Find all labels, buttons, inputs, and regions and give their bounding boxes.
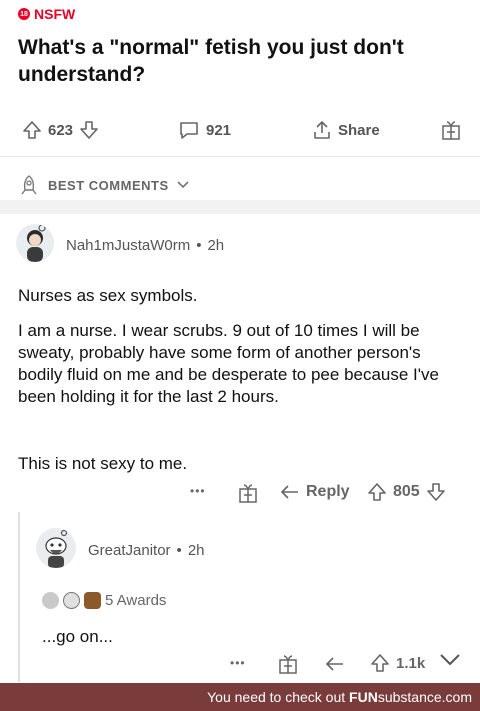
separator-dot: • [196, 237, 202, 254]
more-options-button[interactable]: ••• [230, 656, 246, 670]
bear-award-icon [84, 592, 101, 609]
reply-icon [280, 485, 298, 499]
upvote-count: 623 [48, 121, 74, 139]
rocket-icon [21, 175, 37, 195]
comment-action-bar: ••• Reply 805 [0, 480, 480, 508]
nsfw-tag: 18 NSFW [18, 6, 75, 22]
comment-paragraph: I am a nurse. I wear scrubs. 9 out of 10… [18, 321, 439, 406]
watermark-brand-rest: substance.com [377, 689, 472, 705]
vote-count: 1.1k [396, 654, 426, 672]
collapse-chevron-icon[interactable] [438, 650, 462, 670]
share-label: Share [338, 121, 380, 139]
reply-button[interactable]: Reply [280, 483, 350, 501]
snoo-avatar-icon [45, 529, 68, 568]
downvote-icon[interactable] [79, 120, 99, 140]
watermark-prefix: You need to check out [207, 689, 350, 705]
award-icon [42, 592, 59, 609]
nsfw-icon: 18 [18, 8, 30, 20]
downvote-icon[interactable] [426, 482, 446, 502]
comment-header: GreatJanitor • 2h [88, 542, 205, 559]
post-title[interactable]: What's a "normal" fetish you just don't … [18, 34, 468, 88]
comment-time: 2h [187, 542, 205, 559]
comment-text: ...go on... [42, 627, 113, 646]
gift-icon[interactable] [236, 482, 260, 504]
divider [0, 156, 480, 157]
comment-header: Nah1mJustaW0rm • 2h [66, 237, 224, 254]
watermark-brand-bold: FUN [349, 689, 378, 705]
sort-dropdown[interactable]: BEST COMMENTS [18, 174, 189, 196]
comment-time: 2h [207, 237, 225, 254]
silver-award-icon [63, 592, 80, 609]
comment-vote-group: 805 [367, 482, 446, 502]
awards-row[interactable]: 5 Awards [42, 592, 166, 609]
vote-count: 805 [393, 483, 420, 500]
watermark-banner: You need to check out FUN substance.com [0, 683, 480, 711]
chevron-down-icon [177, 181, 189, 189]
reply-label: Reply [306, 483, 350, 500]
avatar[interactable] [36, 528, 76, 568]
comment-paragraph: This is not sexy to me. [18, 454, 188, 473]
avatar[interactable] [16, 224, 54, 262]
reply-icon[interactable] [325, 656, 345, 672]
gift-icon [442, 121, 460, 140]
sort-label: BEST COMMENTS [48, 177, 169, 193]
comment-action-bar: ••• 1.1k [0, 650, 480, 678]
avatar-icon [27, 224, 46, 262]
nsfw-label: NSFW [34, 6, 76, 22]
upvote-icon[interactable] [370, 653, 390, 673]
awards-label: 5 Awards [105, 592, 167, 609]
post-action-bar: 623 921 Share [0, 112, 480, 148]
comment-icon [180, 122, 198, 139]
comment-vote-group: 1.1k [370, 653, 425, 673]
share-icon [314, 121, 330, 139]
comment-username[interactable]: GreatJanitor [88, 542, 171, 559]
section-separator [0, 200, 480, 214]
separator-dot: • [176, 542, 182, 559]
upvote-icon[interactable] [22, 120, 42, 140]
comment-username[interactable]: Nah1mJustaW0rm [66, 237, 190, 254]
comment-paragraph: Nurses as sex symbols. [18, 286, 198, 305]
more-options-button[interactable]: ••• [190, 484, 206, 498]
share-button[interactable]: Share [312, 120, 380, 140]
comments-button[interactable]: 921 [178, 120, 231, 140]
upvote-icon[interactable] [367, 482, 387, 502]
award-button[interactable] [440, 119, 462, 141]
vote-group: 623 [22, 120, 99, 140]
comment-count: 921 [206, 121, 232, 139]
gift-icon[interactable] [276, 653, 300, 675]
